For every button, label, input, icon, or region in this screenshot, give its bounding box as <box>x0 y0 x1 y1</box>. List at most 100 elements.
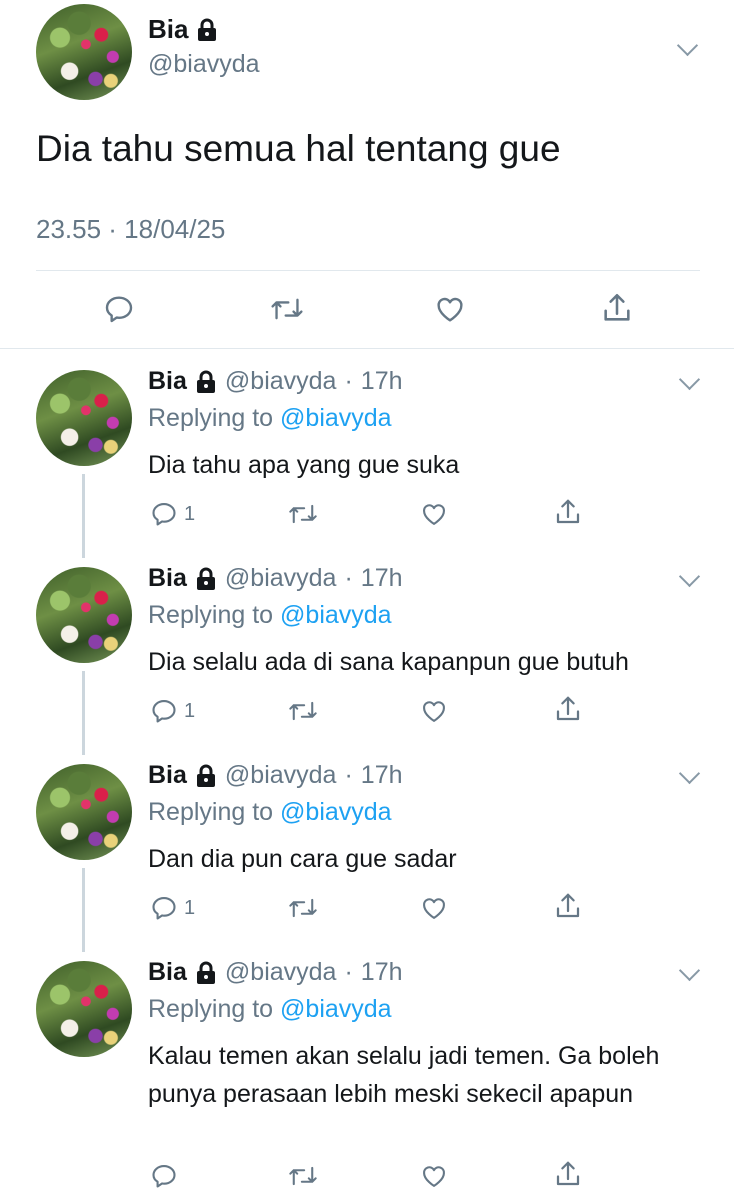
heart-icon <box>423 701 445 722</box>
avatar[interactable] <box>36 764 132 860</box>
reply-button[interactable]: 1 <box>150 500 195 528</box>
heart-icon <box>437 297 463 322</box>
replying-to-prefix: Replying to <box>148 995 274 1023</box>
chevron-down-icon[interactable] <box>678 762 701 785</box>
reply-text: Dan dia pun cara gue sadar <box>148 845 457 873</box>
tweet-timestamp: 23.55 · 18/04/25 <box>36 214 226 244</box>
lock-icon <box>198 18 217 41</box>
thread-line <box>82 671 85 755</box>
replying-to-prefix: Replying to <box>148 601 274 629</box>
chevron-down-icon[interactable] <box>676 34 699 57</box>
retweet-button[interactable] <box>288 894 318 922</box>
reply-icon <box>152 897 176 920</box>
like-button[interactable] <box>419 1162 449 1190</box>
share-icon <box>604 293 630 321</box>
like-button[interactable] <box>419 697 449 725</box>
chevron-down-icon[interactable] <box>678 368 701 391</box>
like-button[interactable] <box>433 293 467 325</box>
reply-time[interactable]: 17h <box>361 958 403 987</box>
reply-time[interactable]: 17h <box>361 564 403 593</box>
retweet-icon <box>289 701 317 721</box>
retweet-icon <box>289 504 317 524</box>
divider <box>0 348 734 349</box>
divider <box>36 270 700 271</box>
replying-to: Replying to @biavyda <box>148 798 392 827</box>
reply-button[interactable] <box>103 293 135 325</box>
reply-icon <box>152 503 176 526</box>
replying-to-prefix: Replying to <box>148 404 274 432</box>
separator: · <box>344 958 353 986</box>
retweet-button[interactable] <box>288 500 318 528</box>
thread-line <box>82 868 85 952</box>
share-button[interactable] <box>553 1159 583 1189</box>
retweet-icon <box>271 298 303 320</box>
avatar[interactable] <box>36 961 132 1057</box>
separator: · <box>344 367 353 395</box>
author-name[interactable]: Bia <box>148 761 187 790</box>
author-handle[interactable]: @biavyda <box>225 958 337 987</box>
author-handle[interactable]: @biavyda <box>225 564 337 593</box>
retweet-icon <box>289 898 317 918</box>
heart-icon <box>423 898 445 919</box>
separator: · <box>344 564 353 592</box>
thread-line <box>82 474 85 558</box>
reply-count: 1 <box>184 699 196 722</box>
author-name[interactable]: Bia <box>148 564 187 593</box>
retweet-button[interactable] <box>270 293 304 325</box>
chevron-down-icon[interactable] <box>678 565 701 588</box>
reply-count: 1 <box>184 502 196 525</box>
author-handle[interactable]: @biavyda <box>225 761 337 790</box>
author-name[interactable]: Bia <box>148 367 187 396</box>
reply-header: Bia @biavyda · 17h <box>148 761 403 790</box>
avatar[interactable] <box>36 370 132 466</box>
avatar[interactable] <box>36 4 132 100</box>
replying-to-prefix: Replying to <box>148 798 274 826</box>
share-button[interactable] <box>553 694 583 724</box>
replying-to: Replying to @biavyda <box>148 995 392 1024</box>
reply-button[interactable]: 1 <box>150 894 195 922</box>
reply-time[interactable]: 17h <box>361 367 403 396</box>
replying-to: Replying to @biavyda <box>148 601 392 630</box>
lock-icon <box>196 961 215 984</box>
replying-to-link[interactable]: @biavyda <box>280 995 392 1023</box>
retweet-button[interactable] <box>288 1162 318 1190</box>
share-icon <box>556 499 580 524</box>
reply-text: Kalau temen akan selalu jadi temen. Ga b… <box>148 1042 660 1108</box>
reply-header: Bia @biavyda · 17h <box>148 367 403 396</box>
reply-text: Dia selalu ada di sana kapanpun gue butu… <box>148 648 629 676</box>
author-handle[interactable]: @biavyda <box>148 50 260 79</box>
separator: · <box>344 761 353 789</box>
lock-icon <box>196 370 215 393</box>
like-button[interactable] <box>419 894 449 922</box>
replying-to: Replying to @biavyda <box>148 404 392 433</box>
retweet-icon <box>289 1166 317 1186</box>
lock-icon <box>196 567 215 590</box>
heart-icon <box>423 504 445 525</box>
reply-button[interactable]: 1 <box>150 697 195 725</box>
retweet-button[interactable] <box>288 697 318 725</box>
share-button[interactable] <box>553 497 583 527</box>
replying-to-link[interactable]: @biavyda <box>280 601 392 629</box>
reply-button[interactable] <box>150 1162 184 1190</box>
replying-to-link[interactable]: @biavyda <box>280 404 392 432</box>
share-button[interactable] <box>600 291 634 325</box>
author-handle[interactable]: @biavyda <box>225 367 337 396</box>
reply-icon <box>105 296 133 323</box>
reply-icon <box>152 700 176 723</box>
reply-count: 1 <box>184 896 196 919</box>
reply-time[interactable]: 17h <box>361 761 403 790</box>
reply-icon <box>152 1165 176 1188</box>
reply-text: Dia tahu apa yang gue suka <box>148 451 460 479</box>
author-name[interactable]: Bia <box>148 14 218 45</box>
replying-to-link[interactable]: @biavyda <box>280 798 392 826</box>
share-button[interactable] <box>553 891 583 921</box>
author-name[interactable]: Bia <box>148 958 187 987</box>
share-icon <box>556 696 580 721</box>
reply-header: Bia @biavyda · 17h <box>148 958 403 987</box>
like-button[interactable] <box>419 500 449 528</box>
share-icon <box>556 893 580 918</box>
author-name-label: Bia <box>148 14 189 44</box>
avatar[interactable] <box>36 567 132 663</box>
chevron-down-icon[interactable] <box>678 959 701 982</box>
reply-header: Bia @biavyda · 17h <box>148 564 403 593</box>
